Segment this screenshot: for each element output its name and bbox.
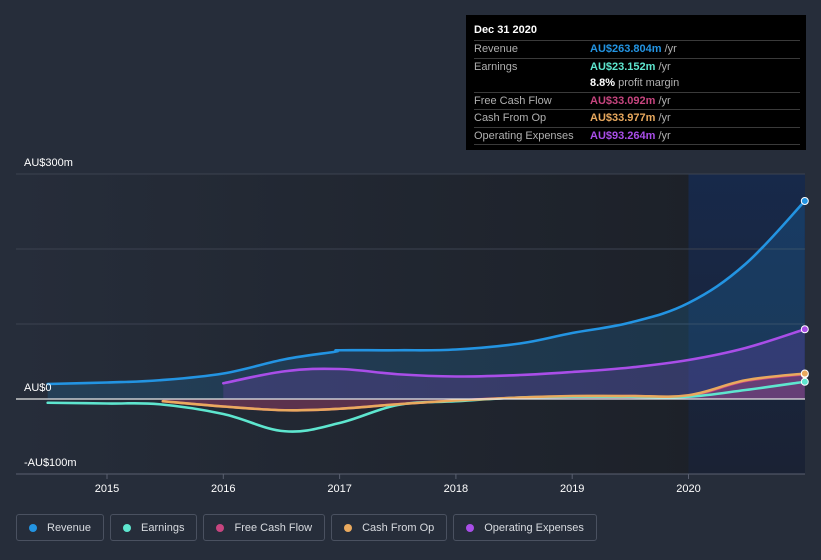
tooltip-unit: /yr bbox=[664, 43, 677, 56]
y-tick-label: AU$0 bbox=[24, 382, 52, 394]
free-cash-flow-dot-icon bbox=[216, 523, 225, 532]
tooltip-label: Revenue bbox=[474, 43, 519, 56]
legend-label: Earnings bbox=[141, 521, 185, 534]
earnings-dot-icon bbox=[123, 523, 132, 532]
x-tick-label: 2017 bbox=[327, 483, 351, 495]
x-tick-label: 2020 bbox=[676, 483, 700, 495]
x-tick-label: 2015 bbox=[95, 483, 119, 495]
legend-label: Cash From Op bbox=[362, 521, 435, 534]
tooltip-unit: /yr bbox=[658, 112, 671, 125]
tooltip-row-revenue: Revenue AU$263.804m /yr bbox=[474, 41, 800, 59]
y-tick-label: -AU$100m bbox=[24, 457, 77, 469]
operating-expenses-dot-icon bbox=[466, 523, 475, 532]
earnings-endpoint[interactable] bbox=[800, 377, 809, 386]
tooltip-label: Free Cash Flow bbox=[474, 94, 552, 107]
tooltip-value: AU$93.264m bbox=[590, 129, 656, 142]
legend: Revenue Earnings Free Cash Flow Cash Fro… bbox=[16, 514, 597, 541]
legend-item-revenue[interactable]: Revenue bbox=[16, 514, 105, 541]
revenue-dot-icon bbox=[29, 523, 37, 532]
tooltip-row-free-cash-flow: Free Cash Flow AU$33.092m /yr bbox=[474, 93, 800, 110]
tooltip-label: Operating Expenses bbox=[474, 129, 574, 142]
tooltip-label: Cash From Op bbox=[474, 112, 547, 125]
tooltip-label: Earnings bbox=[474, 60, 518, 73]
legend-label: Free Cash Flow bbox=[234, 521, 313, 534]
operating-expenses-endpoint[interactable] bbox=[800, 325, 809, 334]
cash-from-op-endpoint[interactable] bbox=[800, 369, 809, 378]
tooltip-value: AU$33.092m bbox=[590, 94, 656, 107]
tooltip-value: AU$23.152m bbox=[590, 60, 656, 73]
tooltip-value: AU$33.977m bbox=[590, 112, 656, 125]
legend-item-operating-expenses[interactable]: Operating Expenses bbox=[453, 514, 597, 541]
tooltip-unit: /yr bbox=[658, 129, 671, 142]
legend-label: Revenue bbox=[47, 521, 92, 534]
tooltip: Dec 31 2020 Revenue AU$263.804m /yr Earn… bbox=[466, 15, 806, 150]
legend-item-earnings[interactable]: Earnings bbox=[110, 514, 198, 541]
tooltip-row-earnings: Earnings AU$23.152m /yr bbox=[474, 59, 800, 76]
tooltip-date: Dec 31 2020 bbox=[474, 21, 800, 41]
tooltip-row-operating-expenses: Operating Expenses AU$93.264m /yr bbox=[474, 128, 800, 145]
tooltip-value: 8.8% bbox=[590, 77, 616, 90]
tooltip-unit: /yr bbox=[658, 94, 671, 107]
tooltip-unit: profit margin bbox=[618, 77, 680, 90]
tooltip-unit: /yr bbox=[658, 60, 671, 73]
tooltip-value: AU$263.804m bbox=[590, 43, 662, 56]
legend-item-free-cash-flow[interactable]: Free Cash Flow bbox=[203, 514, 326, 541]
cash-from-op-dot-icon bbox=[344, 523, 353, 532]
revenue-endpoint[interactable] bbox=[800, 197, 809, 205]
legend-label: Operating Expenses bbox=[484, 521, 584, 534]
tooltip-row-profit-margin: 8.8% profit margin bbox=[474, 75, 800, 93]
x-tick-label: 2018 bbox=[444, 483, 468, 495]
x-tick-label: 2016 bbox=[211, 483, 235, 495]
x-tick-label: 2019 bbox=[560, 483, 584, 495]
legend-item-cash-from-op[interactable]: Cash From Op bbox=[331, 514, 448, 541]
tooltip-row-cash-from-op: Cash From Op AU$33.977m /yr bbox=[474, 110, 800, 128]
y-tick-label: AU$300m bbox=[24, 157, 73, 169]
x-axis: 2015 2016 2017 2018 2019 2020 bbox=[16, 473, 805, 495]
